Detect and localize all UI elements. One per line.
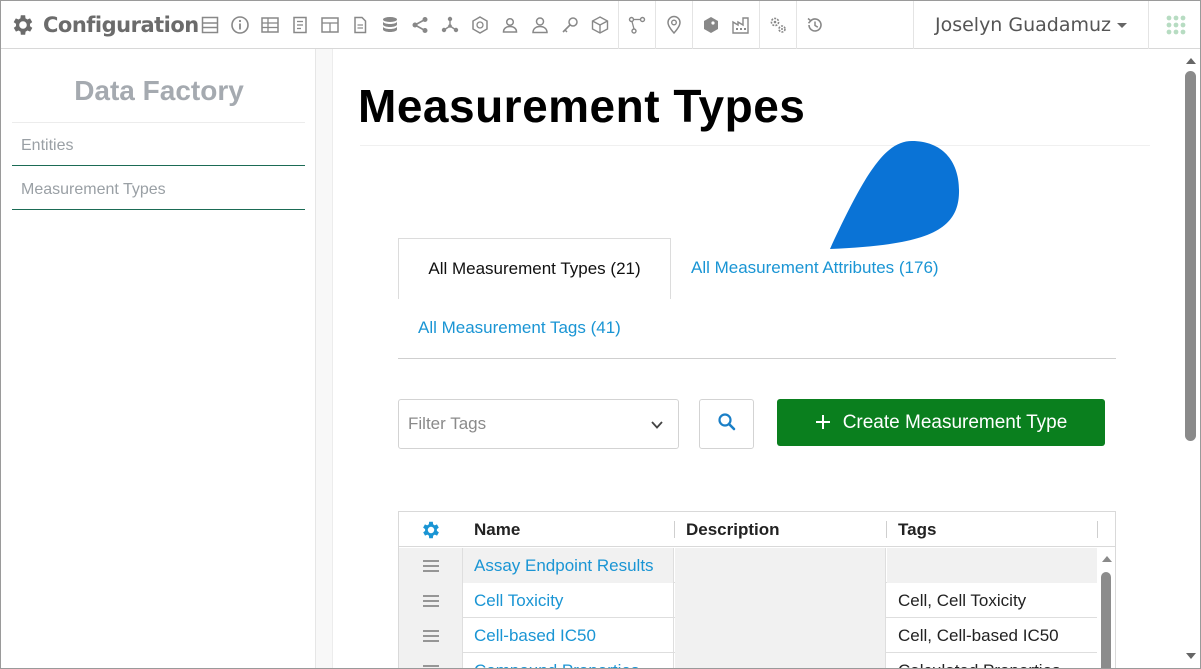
row-description — [675, 653, 886, 668]
annotation-drop-marker — [830, 141, 960, 249]
tabs-divider — [398, 358, 1116, 359]
chevron-down-icon — [1117, 22, 1128, 28]
scroll-down-icon[interactable] — [1186, 653, 1196, 659]
app-brand[interactable]: Configuration — [9, 9, 199, 41]
app-window: Configuration Joselyn Guadamuz Data Fact… — [0, 0, 1201, 669]
row-tags: Cell, Cell Toxicity — [898, 591, 1027, 610]
search-icon — [717, 412, 737, 437]
row-tags: Calculated Properties — [887, 653, 1097, 668]
toolbar-divider — [655, 1, 656, 49]
table-row[interactable]: Compound Properties Calculated Propertie… — [399, 653, 1097, 668]
key-icon[interactable] — [555, 1, 585, 49]
row-description — [675, 548, 886, 583]
drag-handle-icon[interactable] — [399, 653, 463, 668]
layout-icon[interactable] — [195, 1, 225, 49]
row-name-link[interactable]: Cell Toxicity — [463, 583, 674, 618]
share-icon[interactable] — [405, 1, 435, 49]
toolbar-divider — [796, 1, 797, 49]
pipeline-icon[interactable] — [622, 1, 652, 49]
row-description — [675, 583, 886, 618]
row-tags — [887, 548, 1097, 583]
book-icon[interactable] — [285, 1, 315, 49]
column-divider[interactable] — [1097, 521, 1098, 538]
grid-scroll-thumb[interactable] — [1101, 572, 1111, 668]
table-icon[interactable] — [255, 1, 285, 49]
settings-cogs-icon[interactable] — [763, 1, 793, 49]
grid-header: Name Description Tags — [399, 512, 1115, 547]
row-tags: Cell, Cell-based IC50 — [898, 626, 1059, 645]
filter-tags-select[interactable]: Filter Tags — [398, 399, 679, 449]
row-name-link[interactable]: Cell-based IC50 — [463, 618, 674, 653]
toolbar-divider — [692, 1, 693, 49]
sidebar-resize-gutter[interactable] — [316, 49, 333, 668]
toolbar-icons — [195, 1, 830, 49]
create-button-label: Create Measurement Type — [842, 411, 1068, 433]
search-button[interactable] — [699, 399, 754, 449]
table-row[interactable]: Cell Toxicity Cell, Cell Toxicity — [399, 583, 1097, 618]
create-measurement-type-button[interactable]: Create Measurement Type — [777, 399, 1105, 446]
tab-all-measurement-attributes[interactable]: All Measurement Attributes (176) — [691, 258, 939, 278]
sidebar-divider — [12, 122, 305, 123]
top-navigation-bar: Configuration Joselyn Guadamuz — [1, 1, 1200, 49]
user-icon[interactable] — [525, 1, 555, 49]
sidebar-title: Data Factory — [74, 75, 244, 106]
row-description — [675, 618, 886, 653]
tab-all-measurement-types[interactable]: All Measurement Types (21) — [398, 238, 671, 299]
database-icon[interactable] — [375, 1, 405, 49]
user-name: Joselyn Guadamuz — [934, 14, 1112, 36]
table-row[interactable]: Cell-based IC50 Cell, Cell-based IC50 — [399, 618, 1097, 653]
column-settings-icon[interactable] — [399, 512, 463, 547]
scroll-up-icon[interactable] — [1102, 556, 1112, 562]
info-icon[interactable] — [225, 1, 255, 49]
chevron-down-icon — [650, 417, 664, 437]
column-header-tags[interactable]: Tags — [887, 512, 1097, 547]
page-scroll-thumb[interactable] — [1185, 71, 1196, 441]
tab-all-measurement-tags[interactable]: All Measurement Tags (41) — [418, 318, 621, 338]
scroll-up-icon[interactable] — [1186, 58, 1196, 64]
location-pin-icon[interactable] — [659, 1, 689, 49]
history-icon[interactable] — [800, 1, 830, 49]
sidebar: Data Factory Entities Measurement Types — [2, 49, 316, 668]
user-group-icon[interactable] — [495, 1, 525, 49]
main-content: Measurement Types All Measurement Types … — [334, 49, 1182, 668]
toolbar-divider — [618, 1, 619, 49]
network-icon[interactable] — [435, 1, 465, 49]
page-title: Measurement Types — [358, 80, 806, 132]
user-menu[interactable]: Joselyn Guadamuz — [913, 1, 1149, 49]
drag-handle-icon[interactable] — [399, 583, 463, 618]
document-icon[interactable] — [345, 1, 375, 49]
measurement-types-grid: Name Description Tags Assay Endpoint Res… — [398, 511, 1116, 668]
plus-icon — [815, 411, 831, 435]
sidebar-item-measurement-types[interactable]: Measurement Types — [12, 170, 305, 210]
compound-icon[interactable] — [465, 1, 495, 49]
grid-icon[interactable] — [315, 1, 345, 49]
cube-icon[interactable] — [585, 1, 615, 49]
column-header-name[interactable]: Name — [463, 512, 674, 547]
drag-handle-icon[interactable] — [399, 618, 463, 653]
gear-icon — [9, 11, 37, 39]
app-launcher-icon[interactable] — [1150, 1, 1200, 49]
toolbar-divider — [759, 1, 760, 49]
drag-handle-icon[interactable] — [399, 548, 463, 583]
page-scrollbar[interactable] — [1182, 49, 1200, 668]
tag-icon[interactable] — [696, 1, 726, 49]
factory-icon[interactable] — [726, 1, 756, 49]
table-row[interactable]: Assay Endpoint Results — [399, 548, 1097, 583]
sidebar-item-entities[interactable]: Entities — [12, 126, 305, 166]
filter-tags-placeholder: Filter Tags — [408, 414, 487, 433]
grid-scrollbar[interactable] — [1097, 548, 1115, 668]
row-name-link[interactable]: Assay Endpoint Results — [463, 548, 674, 583]
column-header-description[interactable]: Description — [675, 512, 886, 547]
app-title: Configuration — [43, 13, 199, 37]
row-name-link[interactable]: Compound Properties — [463, 653, 674, 668]
title-divider — [360, 145, 1150, 146]
